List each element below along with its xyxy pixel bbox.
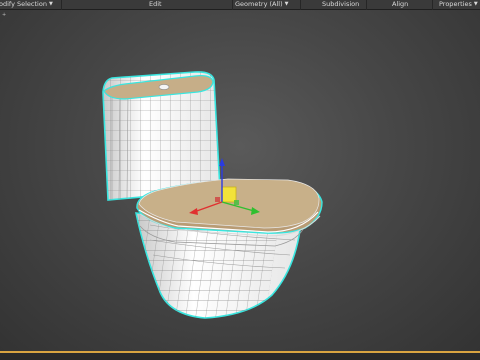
ribbon-divider bbox=[61, 0, 62, 10]
ribbon-properties[interactable]: Properties ▼ bbox=[439, 0, 478, 9]
ribbon-geometry-all[interactable]: Geometry (All) ▼ bbox=[235, 0, 288, 9]
ribbon-geometry-label: Geometry (All) bbox=[235, 0, 283, 8]
ribbon-subdivision-label: Subdivision bbox=[322, 0, 360, 8]
flush-button-mesh bbox=[158, 84, 170, 90]
app-window: odify Selection ▼ Edit Geometry (All) ▼ Su… bbox=[0, 0, 480, 360]
ribbon-divider bbox=[432, 0, 433, 10]
z-arrow-icon[interactable] bbox=[219, 158, 225, 166]
ribbon-align[interactable]: Align bbox=[392, 0, 408, 9]
ribbon-modify-selection-label: odify Selection bbox=[0, 0, 47, 8]
ribbon-edit-label: Edit bbox=[149, 0, 162, 8]
ribbon-divider bbox=[366, 0, 367, 10]
perspective-viewport[interactable]: + bbox=[0, 10, 480, 351]
chevron-down-icon: ▼ bbox=[48, 1, 53, 7]
ribbon-properties-label: Properties bbox=[439, 0, 472, 8]
scene-canvas bbox=[102, 71, 323, 319]
ribbon-divider bbox=[232, 0, 233, 10]
modeling-ribbon: odify Selection ▼ Edit Geometry (All) ▼ Su… bbox=[0, 0, 480, 10]
chevron-down-icon: ▼ bbox=[473, 1, 478, 7]
gizmo-xy-plane[interactable] bbox=[221, 186, 237, 203]
ribbon-subdivision[interactable]: Subdivision bbox=[322, 0, 359, 9]
ribbon-modify-selection[interactable]: odify Selection ▼ bbox=[0, 0, 53, 9]
viewport-bottom-border bbox=[0, 351, 480, 360]
chevron-down-icon: ▼ bbox=[284, 1, 289, 7]
ribbon-align-label: Align bbox=[392, 0, 409, 8]
ribbon-edit[interactable]: Edit bbox=[149, 0, 162, 9]
ribbon-divider bbox=[300, 0, 301, 10]
